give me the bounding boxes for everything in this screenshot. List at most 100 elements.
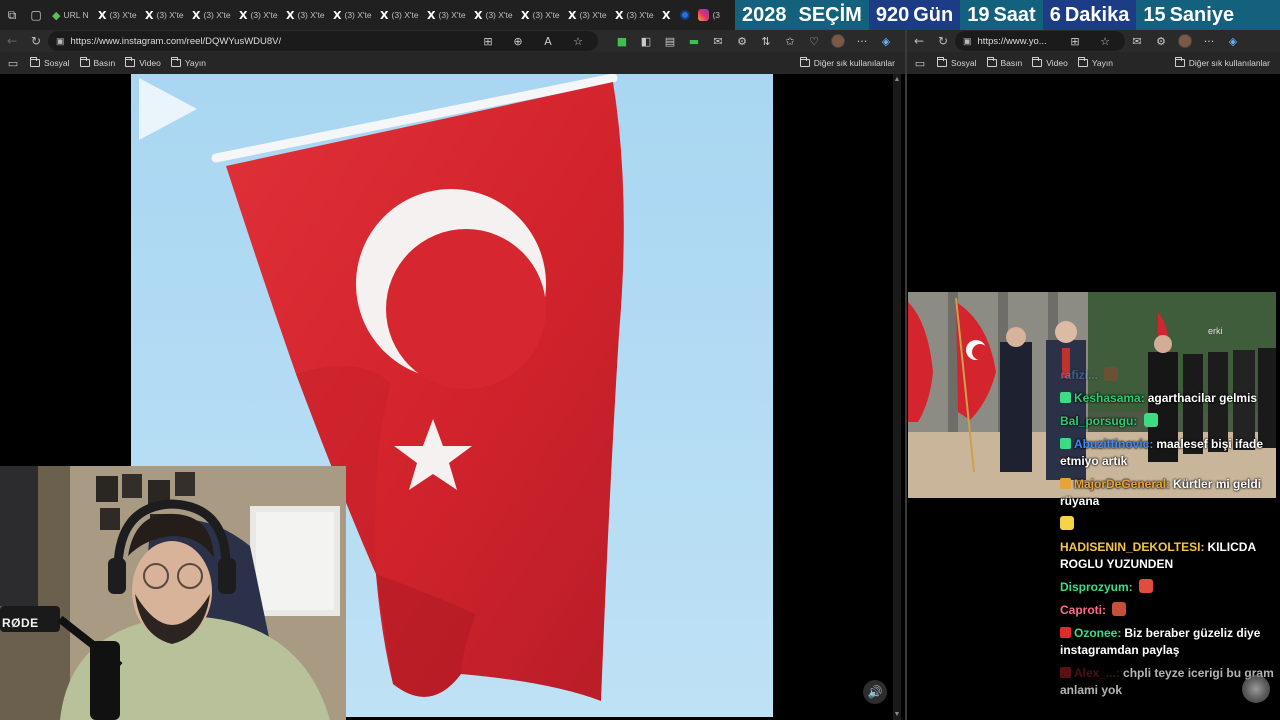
stream-chat: rafizi... Keshasama: agarthacilar gelmis …: [1060, 367, 1275, 720]
news-overlay-text: erki: [1208, 326, 1223, 336]
right-page-content: [907, 74, 1280, 292]
play-icon[interactable]: [131, 74, 201, 144]
tab-x[interactable]: X (3) X'te: [235, 0, 282, 30]
scroll-up-icon[interactable]: ▲: [893, 76, 901, 83]
extension-icon[interactable]: ✉: [706, 35, 730, 48]
extension-icon[interactable]: ✉: [1125, 35, 1149, 48]
bookmark-folder[interactable]: Sosyal: [30, 57, 70, 68]
sub-badge-icon: [1060, 392, 1071, 403]
url-input[interactable]: ▣ https://www.yo... ⊞ ☆: [955, 31, 1125, 51]
x-logo-icon: X: [521, 8, 530, 22]
chat-message: MajorDeGeneral: Kürtler mi geldi rüyana: [1060, 477, 1262, 508]
other-bookmarks[interactable]: Diğer sık kullanılanlar: [799, 57, 895, 68]
scrollbar[interactable]: ▲ ▼: [893, 74, 901, 720]
favorite-star-icon[interactable]: ☆: [566, 35, 590, 48]
chat-message: Disprozyum:: [1060, 579, 1275, 596]
bookmarks-icon[interactable]: ▭: [6, 57, 20, 70]
profile-avatar[interactable]: [831, 34, 845, 48]
url-input[interactable]: ▣ https://www.instagram.com/reel/DQWYusW…: [48, 31, 598, 51]
extension-icon[interactable]: ◧: [634, 35, 658, 48]
tab-x[interactable]: X (3) X'te: [470, 0, 517, 30]
countdown-hours: 19 Saat: [960, 0, 1043, 30]
chat-message: Keshasama: agarthacilar gelmis: [1060, 390, 1275, 407]
tab-x[interactable]: X (3) X'te: [517, 0, 564, 30]
folder-icon: [125, 57, 136, 67]
chat-message: Bal_porsugu:: [1060, 413, 1275, 430]
bookmarks-icon[interactable]: ▭: [913, 57, 927, 70]
scroll-down-icon[interactable]: ▼: [893, 711, 901, 718]
tab-x[interactable]: X: [658, 0, 676, 30]
right-bookmarks-bar: ▭ Sosyal Basın Video Yayın Diğer sık kul…: [907, 52, 1280, 74]
favorite-star-icon[interactable]: ☆: [1093, 35, 1117, 48]
x-logo-icon: X: [380, 8, 389, 22]
x-logo-icon: X: [239, 8, 248, 22]
favorites-icon[interactable]: ✩: [778, 35, 802, 48]
countdown-seconds: 15 Saniye: [1136, 0, 1280, 30]
x-logo-icon: X: [427, 8, 436, 22]
profile-avatar[interactable]: [1178, 34, 1192, 48]
bookmark-folder[interactable]: Basın: [79, 57, 115, 68]
chat-message: rafizi...: [1060, 367, 1275, 384]
bookmark-folder[interactable]: Video: [1032, 57, 1068, 68]
tab-actions-icon[interactable]: ▢: [24, 0, 48, 30]
tab-x[interactable]: X (3) X'te: [611, 0, 658, 30]
copilot-icon[interactable]: ◈: [874, 35, 898, 48]
folder-icon: [799, 57, 810, 67]
tab-x[interactable]: X (3) X'te: [94, 0, 141, 30]
tab-x[interactable]: X (3) X'te: [423, 0, 470, 30]
tab-chrome[interactable]: [676, 0, 694, 30]
left-address-bar: ← ↻ ▣ https://www.instagram.com/reel/DQW…: [0, 30, 905, 52]
extension-icon[interactable]: ▬: [682, 35, 706, 48]
tab-x[interactable]: X (3) X'te: [564, 0, 611, 30]
bookmark-folder[interactable]: Yayın: [1077, 57, 1113, 68]
reload-icon[interactable]: ↻: [24, 34, 48, 48]
reload-icon[interactable]: ↻: [931, 34, 955, 48]
tab-instagram-active[interactable]: (3: [694, 0, 724, 30]
copilot-icon[interactable]: ◈: [1221, 35, 1245, 48]
x-logo-icon: X: [333, 8, 342, 22]
tab-x[interactable]: X (3) X'te: [329, 0, 376, 30]
x-logo-icon: X: [192, 8, 201, 22]
app-available-icon[interactable]: ⊞: [476, 35, 500, 48]
extension-icon[interactable]: ■: [610, 35, 634, 48]
more-menu-icon[interactable]: ···: [850, 35, 874, 48]
mic-brand-label: RØDE: [2, 616, 39, 630]
other-bookmarks[interactable]: Diğer sık kullanılanlar: [1174, 57, 1270, 68]
back-icon[interactable]: ←: [0, 34, 24, 48]
speaker-icon[interactable]: 🔊: [863, 680, 887, 704]
site-info-icon: ▣: [56, 35, 65, 46]
back-icon[interactable]: ←: [907, 34, 931, 48]
sub-badge-icon: [1060, 478, 1071, 489]
bookmark-folder[interactable]: Video: [125, 57, 161, 68]
bookmark-folder[interactable]: Sosyal: [937, 57, 977, 68]
workspaces-icon[interactable]: ⧉: [0, 0, 24, 30]
streamer-webcam-image: [0, 466, 346, 720]
tab-x[interactable]: X (3) X'te: [376, 0, 423, 30]
extensions-puzzle-icon[interactable]: ⚙: [730, 35, 754, 48]
chat-emote-icon: [1143, 413, 1158, 427]
zoom-icon[interactable]: ⊕: [506, 35, 530, 48]
x-logo-icon: X: [474, 8, 483, 22]
extensions-puzzle-icon[interactable]: ⚙: [1149, 35, 1173, 48]
chat-emote-icon: [1104, 367, 1119, 381]
chat-message: Caproti:: [1060, 602, 1275, 619]
folder-icon: [986, 57, 997, 67]
app-available-icon[interactable]: ⊞: [1063, 35, 1087, 48]
read-aloud-icon[interactable]: A: [536, 35, 560, 48]
browser-essentials-icon[interactable]: ♡: [802, 35, 826, 48]
chat-emote-icon: [1060, 516, 1074, 530]
election-countdown-banner: 2028 SEÇİM 920 Gün 19 Saat 6 Dakika 15 S…: [735, 0, 1280, 30]
split-screen-icon[interactable]: ⇅: [754, 35, 778, 48]
tab-strip: ⧉ ▢ ◆ URL N X (3) X'te X (3) X'te X (3) X't…: [0, 0, 735, 30]
screen: ⧉ ▢ ◆ URL N X (3) X'te X (3) X'te X (3) X't…: [0, 0, 1280, 720]
left-bookmarks-bar: ▭ Sosyal Basın Video Yayın Diğer sık kul…: [0, 52, 905, 74]
extension-icon[interactable]: ▤: [658, 35, 682, 48]
tab-url[interactable]: ◆ URL N: [48, 0, 94, 30]
tab-x[interactable]: X (3) X'te: [141, 0, 188, 30]
more-menu-icon[interactable]: ···: [1197, 35, 1221, 48]
folder-icon: [937, 57, 947, 67]
bookmark-folder[interactable]: Basın: [986, 57, 1022, 68]
bookmark-folder[interactable]: Yayın: [170, 57, 206, 68]
tab-x[interactable]: X (3) X'te: [188, 0, 235, 30]
tab-x[interactable]: X (3) X'te: [282, 0, 329, 30]
